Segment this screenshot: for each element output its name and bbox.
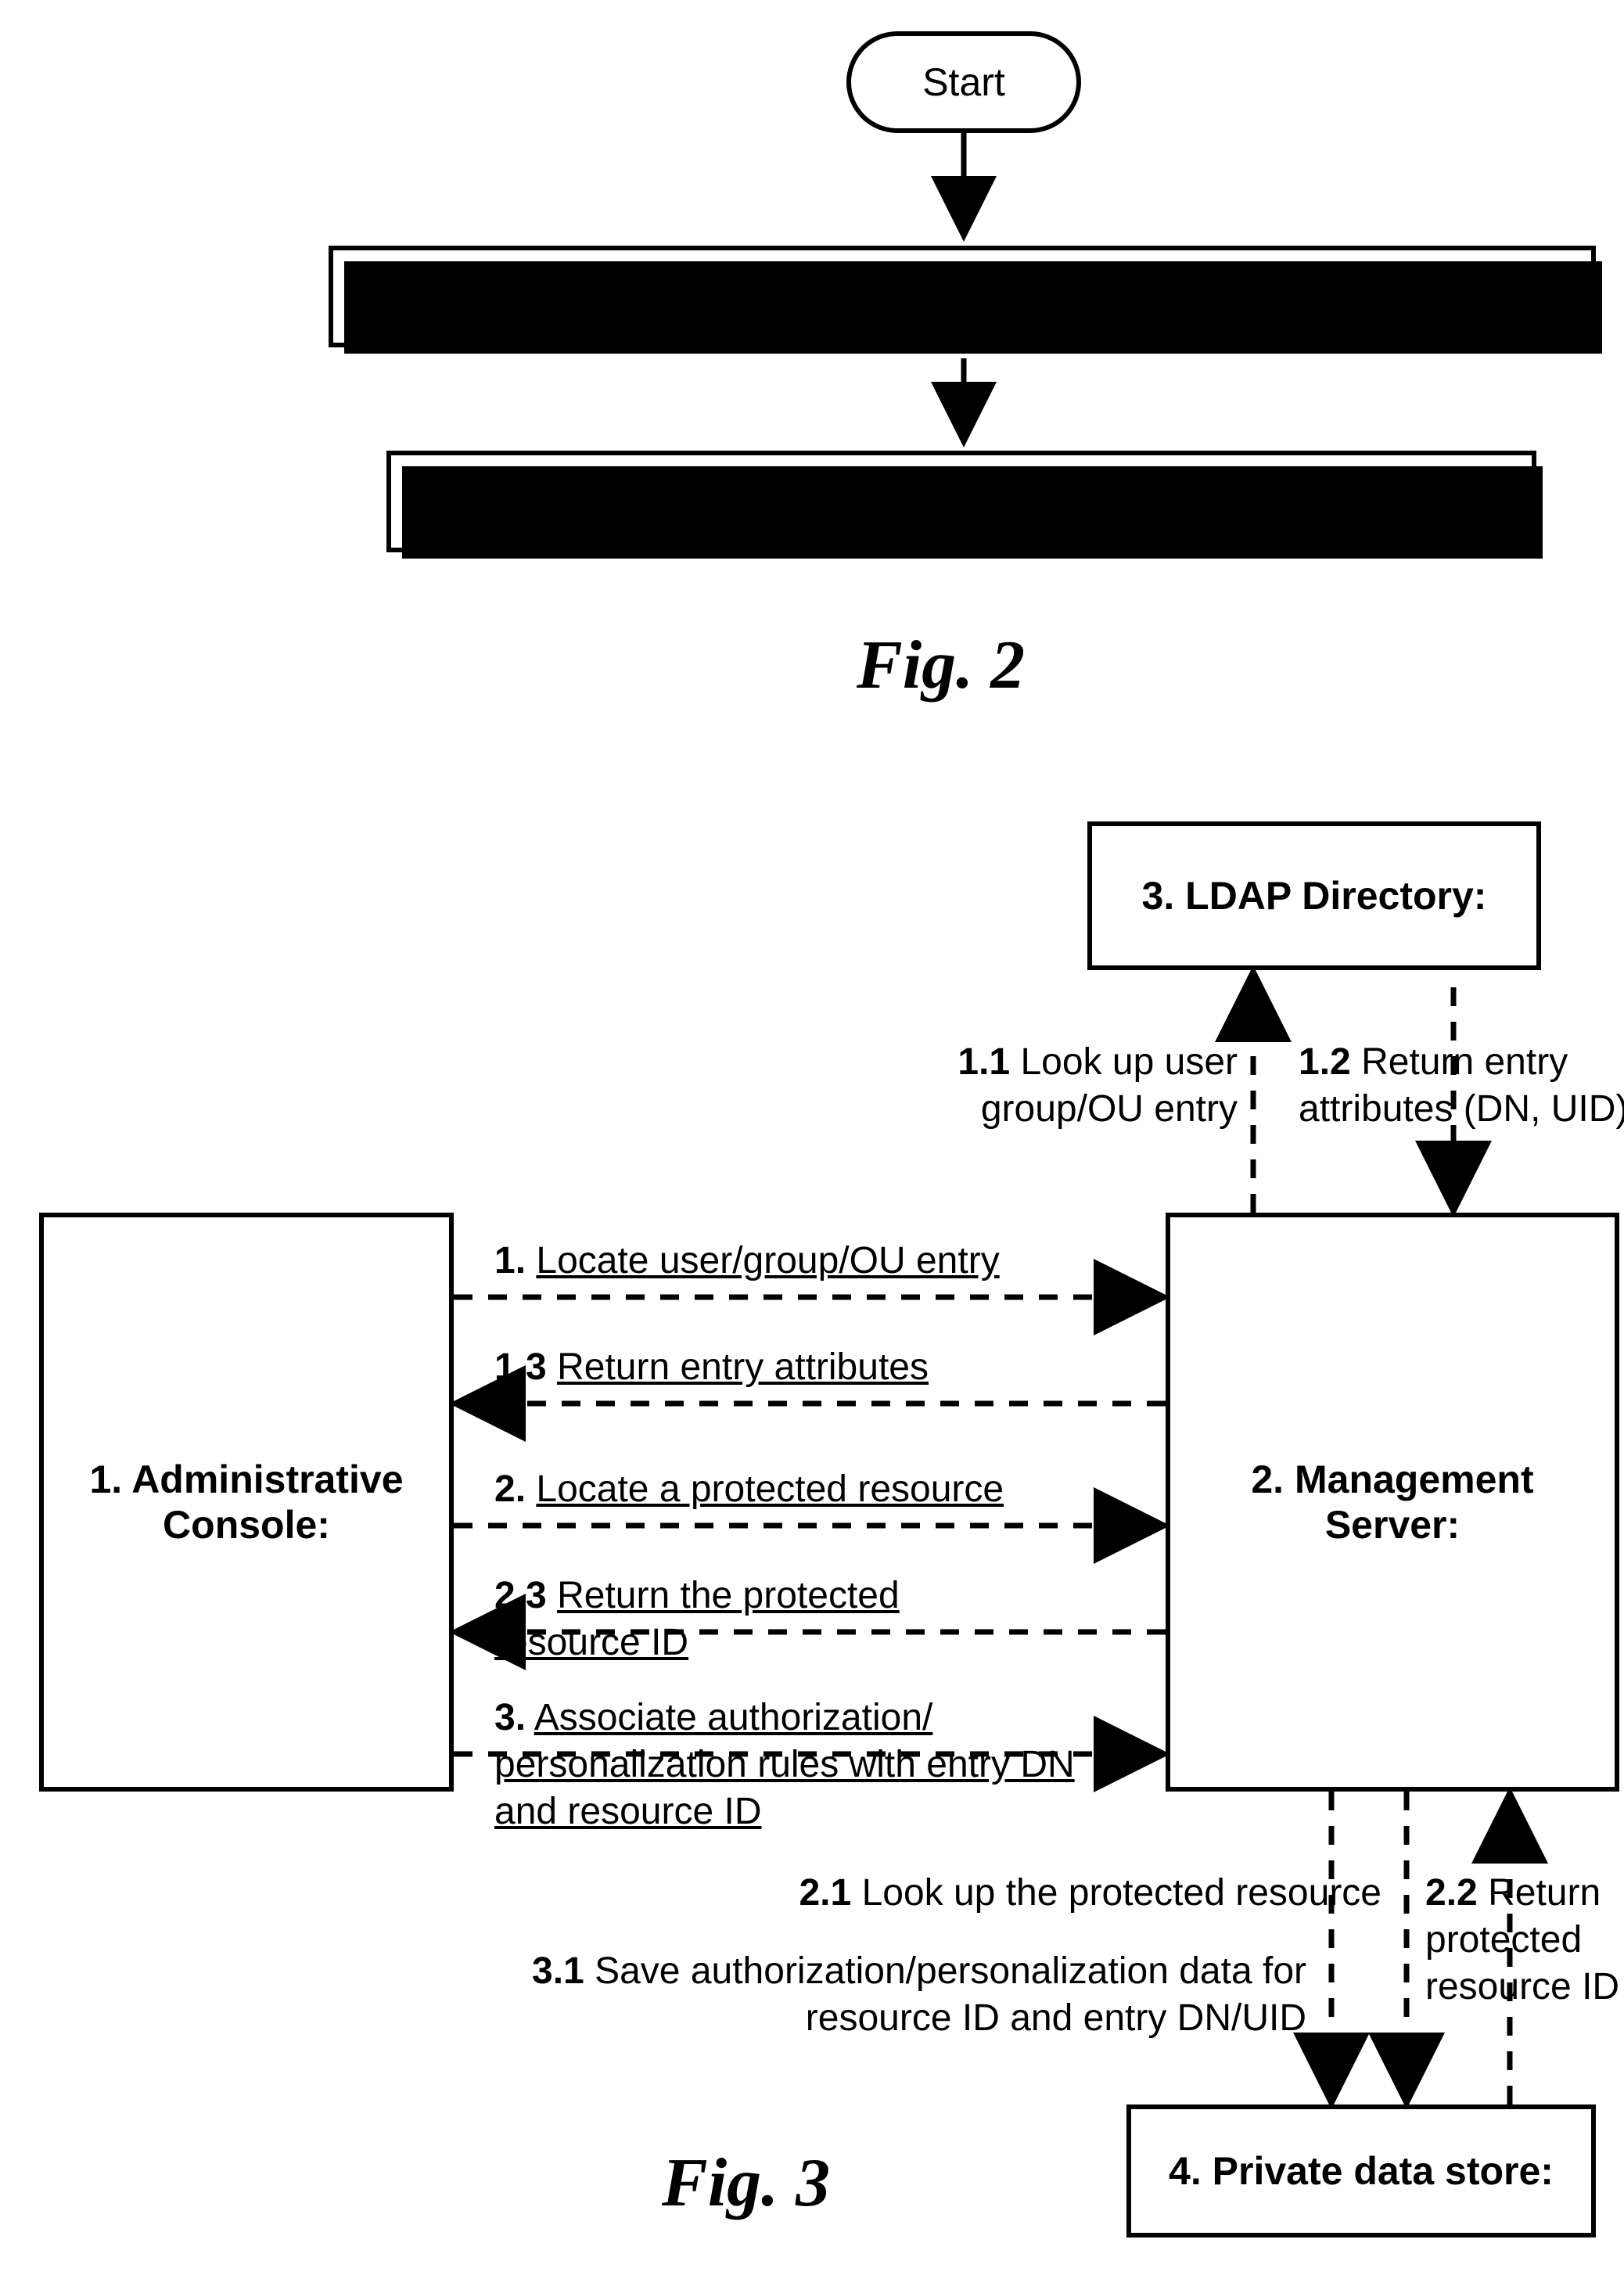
text-3-1: Save authorization/personalization data … bbox=[595, 1950, 1306, 2039]
arrow-phase1-phase2 bbox=[958, 358, 970, 448]
admin-name: Administrative Console: bbox=[131, 1458, 403, 1547]
store-title: 4. Private data store: bbox=[1159, 2148, 1563, 2194]
num-2-1: 2.1 bbox=[799, 1872, 851, 1914]
num-2-3: 2.3 bbox=[494, 1575, 547, 1616]
text-2-3: Return the protected resource ID bbox=[494, 1575, 900, 1663]
phase2-text: Phase II: Deliver Personalization Conten… bbox=[595, 479, 1328, 524]
ldap-name: LDAP Directory: bbox=[1185, 874, 1486, 918]
text-1-1: Look up user group/OU entry bbox=[981, 1041, 1238, 1130]
store-num: 4. bbox=[1169, 2149, 1202, 2193]
mgmt-num: 2. bbox=[1251, 1458, 1284, 1501]
mgmt-title: 2. Management Server: bbox=[1170, 1457, 1615, 1547]
phase2-box: Phase II: Deliver Personalization Conten… bbox=[386, 451, 1536, 552]
label-2: 2. Locate a protected resource bbox=[494, 1466, 1004, 1513]
start-label: Start bbox=[913, 59, 1015, 105]
mgmt-box: 2. Management Server: bbox=[1166, 1213, 1619, 1792]
num-1-2: 1.2 bbox=[1299, 1041, 1351, 1083]
num-3-1: 3.1 bbox=[532, 1950, 584, 1992]
arrow-2 bbox=[454, 1519, 1166, 1532]
fig2-caption: Fig. 2 bbox=[857, 626, 1025, 705]
text-2-1: Look up the protected resource bbox=[862, 1872, 1381, 1914]
fig3-caption: Fig. 3 bbox=[662, 2144, 830, 2223]
arrow-1-3 bbox=[454, 1397, 1166, 1410]
label-2-2: 2.2 Return protected resource ID bbox=[1425, 1870, 1621, 2011]
admin-title: 1. Administrative Console: bbox=[44, 1457, 449, 1547]
label-3: 3. Associate authorization/ personalizat… bbox=[494, 1695, 1089, 1835]
num-3: 3. bbox=[494, 1697, 526, 1738]
arrow-1-1 bbox=[1247, 970, 1259, 1213]
text-2: Locate a protected resource bbox=[536, 1468, 1004, 1510]
label-2-1: 2.1 Look up the protected resource bbox=[787, 1870, 1381, 1917]
admin-box: 1. Administrative Console: bbox=[39, 1213, 454, 1792]
admin-num: 1. bbox=[89, 1458, 122, 1501]
label-1-3: 1.3 Return entry attributes bbox=[494, 1344, 929, 1391]
ldap-box: 3. LDAP Directory: bbox=[1087, 821, 1541, 970]
phase1-box: Phase I: Set Authorization/Personalizati… bbox=[329, 246, 1596, 347]
text-3: Associate authorization/ personalization… bbox=[494, 1697, 1075, 1832]
num-2-2: 2.2 bbox=[1425, 1872, 1478, 1914]
num-1-3: 1.3 bbox=[494, 1346, 547, 1388]
ldap-title: 3. LDAP Directory: bbox=[1133, 873, 1496, 918]
arrow-3-1 bbox=[1325, 1792, 1338, 2104]
phase1-text: Phase I: Set Authorization/Personalizati… bbox=[542, 274, 1383, 319]
text-1-3: Return entry attributes bbox=[557, 1346, 929, 1388]
num-2: 2. bbox=[494, 1468, 526, 1510]
store-name: Private data store: bbox=[1213, 2149, 1554, 2193]
label-3-1: 3.1 Save authorization/personalization d… bbox=[485, 1948, 1306, 2042]
text-1: Locate user/group/OU entry bbox=[536, 1240, 999, 1281]
label-1-2: 1.2 Return entry attributes (DN, UID) bbox=[1299, 1039, 1624, 1133]
ldap-num: 3. bbox=[1142, 874, 1175, 918]
start-node: Start bbox=[846, 31, 1081, 133]
num-1: 1. bbox=[494, 1240, 526, 1281]
label-2-3: 2.3 Return the protected resource ID bbox=[494, 1573, 1003, 1666]
mgmt-name: Management Server: bbox=[1295, 1458, 1534, 1547]
arrow-2-1 bbox=[1400, 1792, 1413, 2104]
label-1-1: 1.1 Look up user group/OU entry bbox=[886, 1039, 1238, 1133]
canvas: Start Phase I: Set Authorization/Persona… bbox=[0, 0, 1624, 2286]
arrow-1 bbox=[454, 1291, 1166, 1303]
num-1-1: 1.1 bbox=[958, 1041, 1010, 1083]
store-box: 4. Private data store: bbox=[1126, 2104, 1596, 2237]
label-1: 1. Locate user/group/OU entry bbox=[494, 1238, 1000, 1285]
arrow-start-phase1 bbox=[958, 133, 970, 243]
